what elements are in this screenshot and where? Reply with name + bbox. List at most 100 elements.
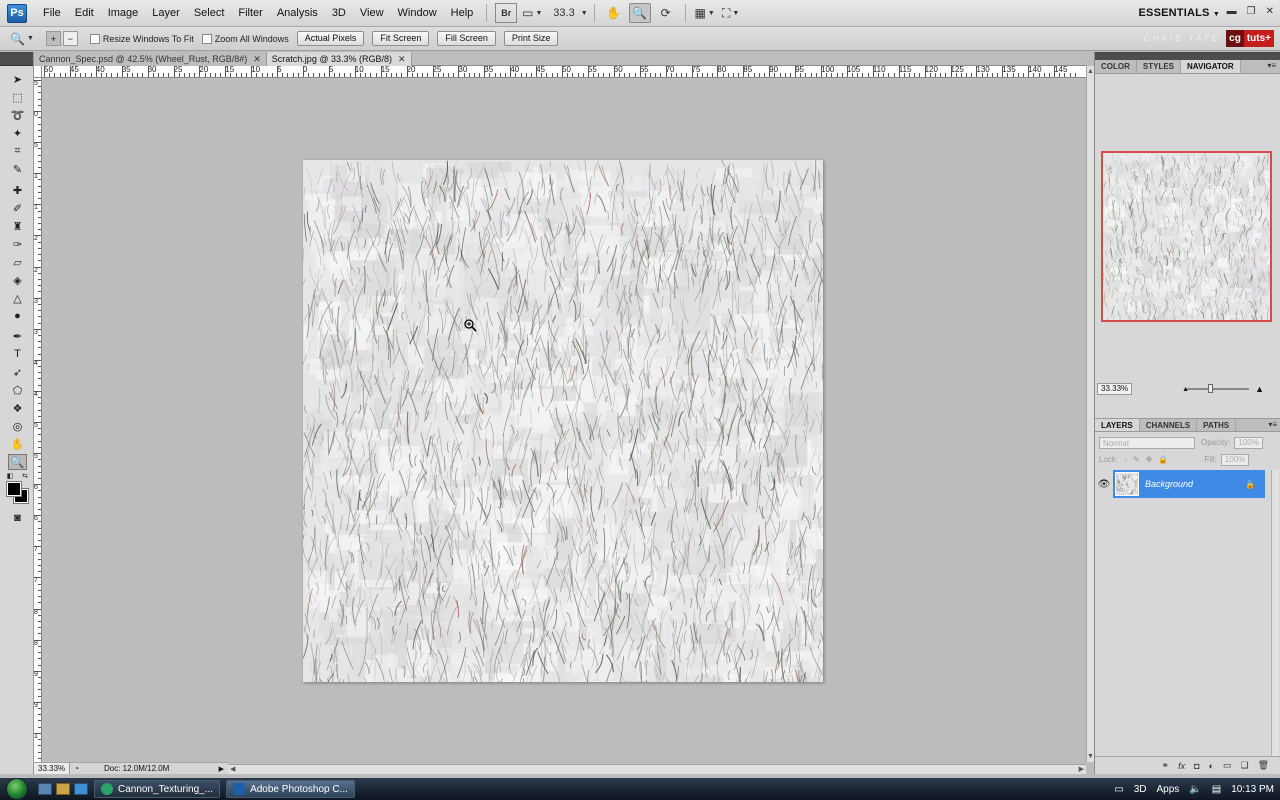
start-button[interactable] [0, 778, 34, 800]
screen-mode-toggle[interactable]: ⛶ ▼ [720, 3, 742, 23]
lock-position-icon[interactable]: ✥ [1146, 455, 1153, 464]
path-selection-tool-icon[interactable]: ➶ [8, 364, 27, 380]
browser-icon[interactable] [74, 783, 88, 795]
move-tool-icon[interactable]: ➤ [8, 71, 27, 87]
lock-all-icon[interactable]: 🔒 [1158, 455, 1168, 464]
panel-dock-grip[interactable] [1095, 52, 1280, 60]
arrange-documents-button[interactable]: ▦ ▼ [694, 3, 716, 23]
shape-tool-icon[interactable]: ⬠ [8, 382, 27, 398]
menu-window[interactable]: Window [391, 0, 444, 27]
clock[interactable]: 10:13 PM [1231, 784, 1274, 795]
horizontal-scrollbar[interactable]: ◀ ▶ [228, 764, 1086, 774]
status-menu-icon[interactable]: ◔ [74, 764, 79, 773]
zoom-all-windows-checkbox[interactable]: Zoom All Windows [201, 33, 289, 44]
rotate-view-button[interactable]: ⟳ [655, 3, 677, 23]
crop-tool-icon[interactable]: ⌗ [8, 143, 27, 159]
fill-screen-button[interactable]: Fill Screen [437, 31, 496, 46]
speaker-icon[interactable]: 🔈 [1189, 784, 1201, 795]
workspace-switcher[interactable]: ESSENTIALS ▼ [1139, 0, 1220, 28]
menu-view[interactable]: View [353, 0, 391, 27]
lock-transparent-icon[interactable]: ▫ [1124, 455, 1127, 464]
new-layer-icon[interactable]: ❏ [1240, 760, 1248, 771]
link-layers-icon[interactable]: ⚭ [1162, 760, 1170, 771]
document-canvas[interactable] [303, 160, 823, 682]
swap-colors-icon[interactable]: ⇆ [20, 472, 30, 480]
layers-scrollbar[interactable] [1271, 470, 1279, 756]
paint-bucket-tool-icon[interactable]: ◈ [8, 272, 27, 288]
eyedropper-tool-icon[interactable]: ✎ [8, 161, 27, 177]
layer-style-icon[interactable]: fx [1178, 761, 1185, 771]
blur-tool-icon[interactable]: △ [8, 290, 27, 306]
lock-image-icon[interactable]: ✎ [1133, 455, 1140, 464]
close-icon[interactable]: ✕ [1266, 6, 1274, 17]
navigator-proxy-view[interactable] [1101, 151, 1272, 322]
menu-layer[interactable]: Layer [145, 0, 187, 27]
hand-tool-button[interactable]: ✋ [603, 3, 625, 23]
new-group-icon[interactable]: ▭ [1223, 760, 1232, 771]
tab-styles[interactable]: STYLES [1137, 60, 1182, 73]
menu-select[interactable]: Select [187, 0, 232, 27]
3d-rotate-tool-icon[interactable]: ❖ [8, 400, 27, 416]
doc-tab-scratch[interactable]: Scratch.jpg @ 33.3% (RGB/8) ✕ [266, 52, 412, 66]
layer-item[interactable]: Background 🔒 [1113, 470, 1265, 499]
tools-panel-grip[interactable] [0, 52, 33, 66]
menu-analysis[interactable]: Analysis [270, 0, 325, 27]
taskbar-item-photoshop[interactable]: Adobe Photoshop C... [226, 780, 355, 798]
foreground-color-swatch[interactable] [6, 481, 22, 497]
actual-pixels-button[interactable]: Actual Pixels [296, 31, 365, 46]
status-menu-arrow-icon[interactable]: ▶ [219, 765, 224, 773]
tab-channels[interactable]: CHANNELS [1140, 419, 1198, 431]
pen-tool-icon[interactable]: ✒ [8, 328, 27, 344]
hand-tool-icon[interactable]: ✋ [8, 436, 27, 452]
menu-edit[interactable]: Edit [68, 0, 101, 27]
eraser-tool-icon[interactable]: ▱ [8, 254, 27, 270]
screen-mode-button[interactable]: ▭ ▼ [521, 3, 543, 23]
opacity-field[interactable]: 100% [1234, 436, 1263, 449]
bridge-button[interactable]: Br [495, 3, 518, 23]
scroll-right-icon[interactable]: ▶ [1079, 765, 1084, 773]
eye-icon[interactable]: 👁 [1095, 470, 1113, 498]
tray-3d-label[interactable]: 3D [1134, 784, 1147, 795]
layer-row-background[interactable]: 👁 Background 🔒 [1095, 470, 1265, 499]
checkbox-box[interactable] [89, 33, 100, 44]
panel-menu-icon[interactable]: ▾≡ [1268, 420, 1277, 429]
type-tool-icon[interactable]: T [8, 346, 27, 362]
zoom-in-mountain-icon[interactable]: ▲ [1255, 384, 1264, 394]
tab-paths[interactable]: PATHS [1197, 419, 1237, 431]
navigator-zoom-slider-handle[interactable] [1208, 384, 1213, 393]
status-zoom-field[interactable]: 33.33% [34, 763, 71, 774]
zoom-in-button[interactable]: + [45, 31, 61, 46]
clone-stamp-tool-icon[interactable]: ♜ [8, 218, 27, 234]
resize-windows-checkbox[interactable]: Resize Windows To Fit [89, 33, 194, 44]
print-size-button[interactable]: Print Size [503, 31, 559, 46]
menu-3d[interactable]: 3D [325, 0, 353, 27]
zoom-level-field[interactable]: 33.3 [545, 7, 578, 19]
lasso-tool-icon[interactable]: ➰ [8, 107, 27, 123]
doc-tab-cannon-spec[interactable]: Cannon_Spec.psd @ 42.5% (Wheel_Rust, RGB… [34, 52, 267, 66]
navigator-zoom-field[interactable]: 33.33% [1097, 383, 1133, 395]
tray-apps-label[interactable]: Apps [1156, 784, 1179, 795]
menu-image[interactable]: Image [101, 0, 146, 27]
healing-brush-tool-icon[interactable]: ✚ [8, 182, 27, 198]
zoom-out-button[interactable]: − [62, 31, 78, 46]
fit-screen-button[interactable]: Fit Screen [372, 31, 430, 46]
chevron-down-icon[interactable]: ▼ [581, 10, 588, 17]
vertical-scrollbar[interactable]: ▲ ▼ [1086, 66, 1094, 762]
scroll-up-icon[interactable]: ▲ [1087, 68, 1094, 75]
3d-orbit-tool-icon[interactable]: ◎ [8, 418, 27, 434]
marquee-tool-icon[interactable]: ⬚ [8, 89, 27, 105]
menu-help[interactable]: Help [444, 0, 481, 27]
menu-file[interactable]: File [36, 0, 68, 27]
tab-layers[interactable]: LAYERS [1095, 419, 1140, 431]
default-colors-icon[interactable]: ◧ [4, 472, 16, 480]
brush-tool-icon[interactable]: ✐ [8, 200, 27, 216]
checkbox-box[interactable] [201, 33, 212, 44]
explorer-icon[interactable] [56, 783, 70, 795]
close-icon[interactable]: ✕ [253, 52, 261, 66]
magic-wand-tool-icon[interactable]: ✦ [8, 125, 27, 141]
layer-name[interactable]: Background [1145, 479, 1193, 489]
dodge-tool-icon[interactable]: ● [8, 308, 27, 324]
network-icon[interactable]: ▤ [1212, 784, 1221, 795]
tab-color[interactable]: COLOR [1095, 60, 1137, 73]
navigator-zoom-slider[interactable] [1187, 388, 1249, 390]
